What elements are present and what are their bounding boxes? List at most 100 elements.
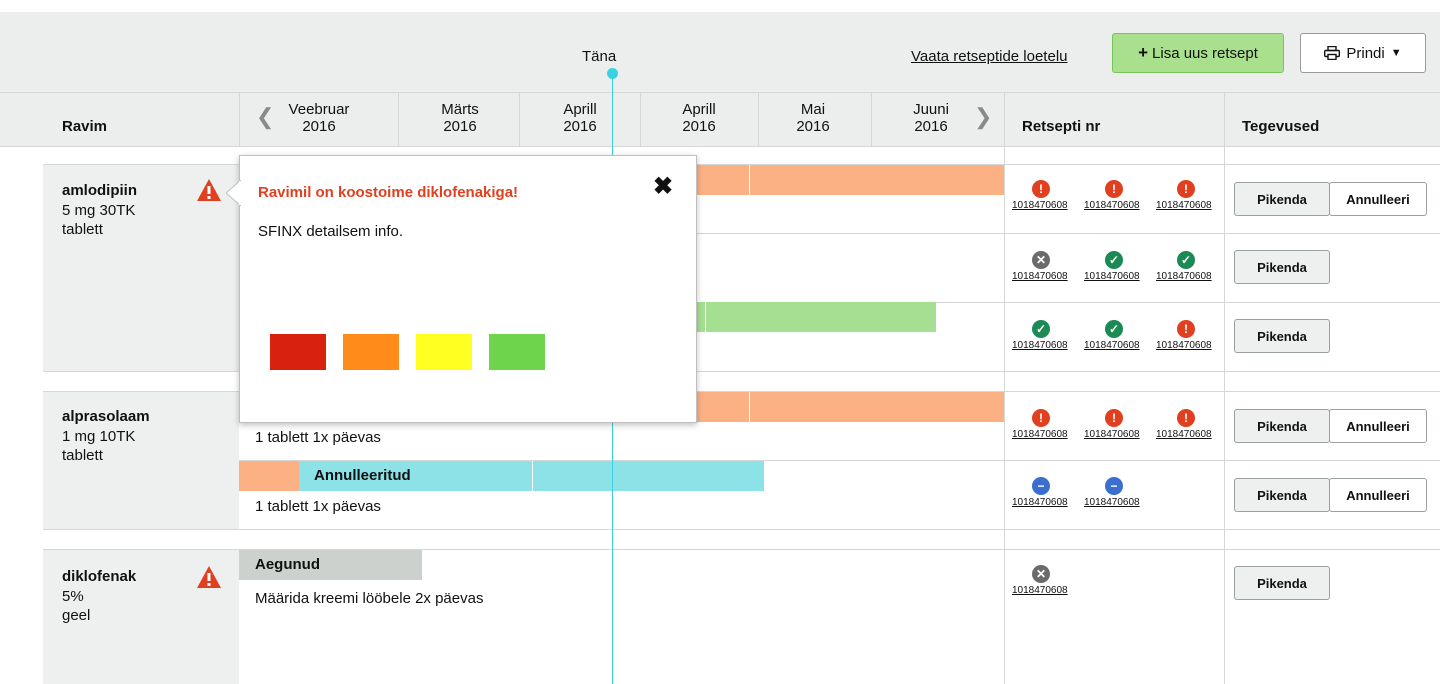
bar-separator xyxy=(705,302,706,332)
extend-button[interactable]: Pikenda xyxy=(1234,566,1330,600)
warning-icon[interactable] xyxy=(196,178,222,202)
timeline-month: Aprill 2016 xyxy=(525,101,635,135)
print-button[interactable]: Prindi ▼ xyxy=(1300,33,1426,73)
today-marker xyxy=(607,68,618,79)
column-divider xyxy=(1004,93,1005,684)
add-prescription-button[interactable]: + Lisa uus retsept xyxy=(1112,33,1284,73)
check-icon: ✓ xyxy=(1105,320,1123,338)
rx-number-link[interactable]: 1018470608 xyxy=(1156,200,1212,211)
month-name: Juuni xyxy=(913,101,949,118)
cancel-button[interactable]: Annulleeri xyxy=(1329,182,1427,216)
column-divider xyxy=(640,93,641,146)
drug-form: tablett xyxy=(62,447,103,464)
cancel-button[interactable]: Annulleeri xyxy=(1329,409,1427,443)
month-year: 2016 xyxy=(796,118,830,135)
timeline-month: Aprill 2016 xyxy=(644,101,754,135)
popup-title: Ravimil on koostoime diklofenakiga! xyxy=(258,184,519,201)
rx-number-link[interactable]: 1018470608 xyxy=(1084,271,1140,282)
rx-number-link[interactable]: 1018470608 xyxy=(1084,429,1140,440)
check-icon: ✓ xyxy=(1105,251,1123,269)
extend-button[interactable]: Pikenda xyxy=(1234,478,1330,512)
timeline-month: Mai 2016 xyxy=(758,101,868,135)
close-icon[interactable]: ✖ xyxy=(653,172,673,201)
bar-separator xyxy=(749,165,750,195)
extend-button[interactable]: Pikenda xyxy=(1234,250,1330,284)
rx-number-link[interactable]: 1018470608 xyxy=(1012,585,1068,596)
chevron-down-icon: ▼ xyxy=(1390,47,1402,59)
drug-name: amlodipiin xyxy=(62,182,137,199)
rx-number-link[interactable]: 1018470608 xyxy=(1156,429,1212,440)
drug-dose: 5% xyxy=(62,588,84,605)
column-header-rx-number: Retsepti nr xyxy=(1022,118,1101,135)
drug-dose: 5 mg 30TK xyxy=(62,202,136,219)
drug-form: tablett xyxy=(62,221,103,238)
rx-number-link[interactable]: 1018470608 xyxy=(1012,271,1068,282)
rx-number-link[interactable]: 1018470608 xyxy=(1012,200,1068,211)
extend-button[interactable]: Pikenda xyxy=(1234,182,1330,216)
dosage-text: Määrida kreemi lööbele 2x päevas xyxy=(255,590,484,607)
check-icon: ✓ xyxy=(1177,251,1195,269)
alert-icon: ! xyxy=(1177,180,1195,198)
month-name: Veebruar xyxy=(288,101,350,118)
alert-icon: ! xyxy=(1105,180,1123,198)
alert-icon: ! xyxy=(1032,409,1050,427)
today-label: Täna xyxy=(582,48,617,65)
extend-button[interactable]: Pikenda xyxy=(1234,409,1330,443)
popup-body: SFINX detailsem info. xyxy=(258,223,404,240)
month-year: 2016 xyxy=(563,118,597,135)
timeline-month: Veebruar 2016 xyxy=(264,101,374,135)
month-name: Aprill xyxy=(682,101,716,118)
plus-icon: + xyxy=(1138,43,1149,62)
bar-separator xyxy=(749,392,750,422)
cancel-button[interactable]: Annulleeri xyxy=(1329,478,1427,512)
status-label: Aegunud xyxy=(255,556,320,573)
drug-name: diklofenak xyxy=(62,568,137,585)
column-divider xyxy=(398,93,399,146)
month-name: Märts xyxy=(441,101,479,118)
column-divider xyxy=(871,93,872,146)
popup-pointer xyxy=(226,180,241,206)
month-year: 2016 xyxy=(682,118,716,135)
alert-icon: ! xyxy=(1032,180,1050,198)
add-prescription-label: Lisa uus retsept xyxy=(1152,44,1258,62)
alert-icon: ! xyxy=(1177,409,1195,427)
timeline-month: Juuni 2016 xyxy=(876,101,986,135)
prescription-bar[interactable] xyxy=(239,461,299,491)
rx-number-link[interactable]: 1018470608 xyxy=(1012,340,1068,351)
bar-separator xyxy=(532,461,533,491)
check-icon: ✓ xyxy=(1032,320,1050,338)
printer-icon xyxy=(1324,46,1341,60)
status-label: Annulleeritud xyxy=(314,467,411,484)
dosage-text: 1 tablett 1x päevas xyxy=(255,429,381,446)
month-year: 2016 xyxy=(914,118,948,135)
extend-button[interactable]: Pikenda xyxy=(1234,319,1330,353)
drug-dose: 1 mg 10TK xyxy=(62,428,136,445)
cancelled-icon: ✕ xyxy=(1032,251,1050,269)
severity-swatch-green xyxy=(489,334,545,370)
severity-swatch-orange xyxy=(343,334,399,370)
rx-number-link[interactable]: 1018470608 xyxy=(1084,340,1140,351)
minus-icon: − xyxy=(1105,477,1123,495)
rx-number-link[interactable]: 1018470608 xyxy=(1084,200,1140,211)
month-name: Aprill xyxy=(563,101,597,118)
rx-number-link[interactable]: 1018470608 xyxy=(1012,429,1068,440)
column-header-actions: Tegevused xyxy=(1242,118,1320,135)
drug-name: alprasolaam xyxy=(62,408,150,425)
column-divider xyxy=(1224,93,1225,684)
column-divider xyxy=(519,93,520,146)
alert-icon: ! xyxy=(1105,409,1123,427)
minus-icon: − xyxy=(1032,477,1050,495)
rx-number-link[interactable]: 1018470608 xyxy=(1012,497,1068,508)
interaction-warning-popup: Ravimil on koostoime diklofenakiga! ✖ SF… xyxy=(226,155,697,423)
column-divider xyxy=(239,93,240,146)
timeline-month: Märts 2016 xyxy=(405,101,515,135)
severity-swatch-red xyxy=(270,334,326,370)
warning-icon[interactable] xyxy=(196,565,222,589)
rx-number-link[interactable]: 1018470608 xyxy=(1156,340,1212,351)
rx-number-link[interactable]: 1018470608 xyxy=(1156,271,1212,282)
alert-icon: ! xyxy=(1177,320,1195,338)
rx-number-link[interactable]: 1018470608 xyxy=(1084,497,1140,508)
view-prescription-list-link[interactable]: Vaata retseptide loetelu xyxy=(911,48,1068,65)
drug-form: geel xyxy=(62,607,91,624)
dosage-text: 1 tablett 1x päevas xyxy=(255,498,381,515)
